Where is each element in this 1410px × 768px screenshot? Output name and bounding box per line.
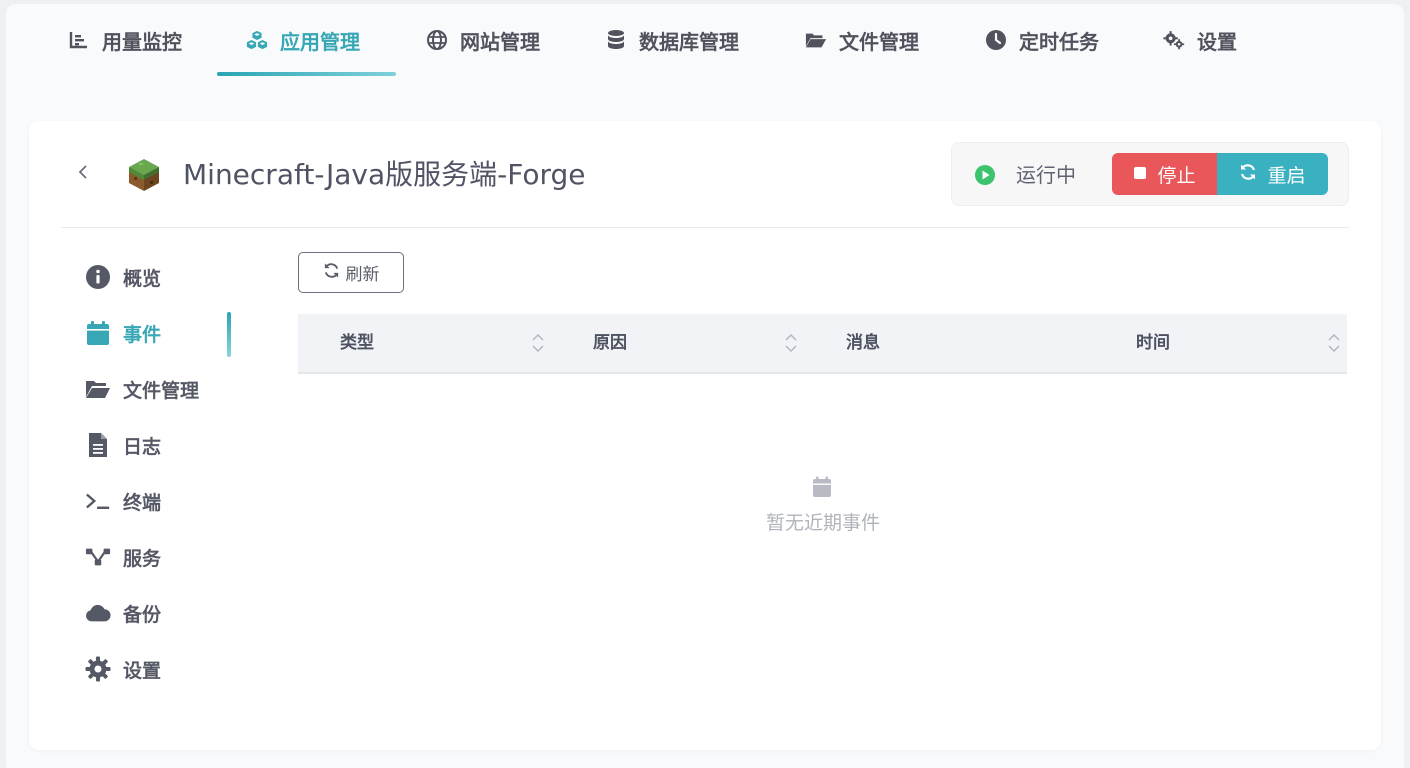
sitemap-icon: [85, 544, 111, 570]
stop-button[interactable]: 停止: [1112, 153, 1217, 195]
sidebar-item-terminal[interactable]: 终端: [85, 481, 235, 521]
header-divider: [61, 227, 1349, 228]
sidebar-item-label: 文件管理: [123, 379, 200, 402]
restart-button[interactable]: 重启: [1217, 153, 1328, 195]
folder-open-icon: [85, 376, 111, 402]
column-header-reason[interactable]: 原因: [593, 314, 627, 372]
nav-item-label: 数据库管理: [639, 29, 739, 54]
sort-icon[interactable]: [531, 332, 545, 354]
sidebar-item-backup[interactable]: 备份: [85, 593, 235, 633]
column-header-type[interactable]: 类型: [340, 314, 374, 372]
stop-icon: [1133, 163, 1147, 185]
cog-icon: [85, 656, 111, 682]
sidebar-item-label: 概览: [123, 267, 162, 290]
app-detail-card: Minecraft-Java版服务端-Forge 运行中 停止 重启 概览 事件…: [29, 121, 1381, 750]
sidebar-item-overview[interactable]: 概览: [85, 257, 235, 297]
sort-icon[interactable]: [784, 332, 798, 354]
column-header-time[interactable]: 时间: [1136, 314, 1170, 372]
sidebar-item-label: 日志: [123, 435, 162, 458]
sidebar-item-services[interactable]: 服务: [85, 537, 235, 577]
running-status-icon: [974, 164, 996, 186]
sidebar-item-label: 终端: [123, 491, 162, 514]
column-header-message: 消息: [846, 333, 880, 353]
nav-item-file-management[interactable]: 文件管理: [805, 4, 919, 76]
chevron-left-icon: [78, 164, 88, 184]
status-text: 运行中: [1016, 163, 1076, 187]
nav-item-app-management[interactable]: 应用管理: [246, 4, 360, 76]
refresh-button-label: 刷新: [345, 265, 380, 285]
nav-item-label: 定时任务: [1019, 29, 1099, 54]
nav-item-label: 用量监控: [102, 29, 182, 54]
restart-button-label: 重启: [1267, 164, 1306, 187]
sidebar-item-label: 设置: [123, 659, 162, 682]
events-table-header: 类型 原因 消息 时间: [298, 314, 1347, 374]
nav-item-label: 应用管理: [280, 29, 360, 54]
info-circle-icon: [85, 264, 111, 290]
folder-open-icon: [805, 29, 827, 51]
sidebar-item-logs[interactable]: 日志: [85, 425, 235, 465]
refresh-button[interactable]: 刷新: [298, 252, 404, 293]
nav-item-label: 文件管理: [839, 29, 919, 54]
cubes-icon: [246, 29, 268, 51]
sidebar-item-events[interactable]: 事件: [85, 313, 235, 353]
minecraft-grass-block-icon: [126, 157, 162, 193]
nav-item-database-management[interactable]: 数据库管理: [605, 4, 739, 76]
sync-icon: [323, 262, 340, 284]
nav-item-website-management[interactable]: 网站管理: [426, 4, 540, 76]
database-icon: [605, 29, 627, 51]
globe-icon: [426, 29, 448, 51]
nav-item-settings[interactable]: 设置: [1163, 4, 1237, 76]
stop-button-label: 停止: [1157, 164, 1196, 187]
back-button[interactable]: [73, 159, 93, 189]
empty-calendar-icon: [812, 476, 834, 500]
nav-item-scheduled-tasks[interactable]: 定时任务: [985, 4, 1099, 76]
sidebar-item-file-management[interactable]: 文件管理: [85, 369, 235, 409]
empty-state-text: 暂无近期事件: [765, 512, 880, 534]
chart-bar-icon: [68, 29, 90, 51]
clock-icon: [985, 29, 1007, 51]
active-sidebar-indicator: [227, 312, 231, 357]
sidebar-item-label: 事件: [123, 323, 162, 346]
calendar-icon: [85, 320, 111, 346]
top-nav: 用量监控 应用管理 网站管理 数据库管理 文件管理 定时任务 设置: [6, 4, 1404, 80]
cogs-icon: [1163, 29, 1185, 51]
cloud-icon: [85, 600, 111, 626]
nav-item-label: 网站管理: [460, 29, 540, 54]
nav-item-label: 设置: [1197, 29, 1237, 54]
sidebar-item-label: 服务: [123, 547, 162, 570]
sort-icon[interactable]: [1327, 332, 1341, 354]
nav-item-usage-monitor[interactable]: 用量监控: [68, 4, 182, 76]
terminal-icon: [85, 488, 111, 514]
file-text-icon: [85, 432, 111, 458]
sidebar-item-label: 备份: [123, 603, 162, 626]
sync-icon: [1239, 163, 1257, 186]
active-tab-underline: [217, 72, 396, 76]
app-title: Minecraft-Java版服务端-Forge: [183, 158, 586, 191]
sidebar-item-settings[interactable]: 设置: [85, 649, 235, 689]
app-status-panel: 运行中 停止 重启: [951, 142, 1349, 206]
